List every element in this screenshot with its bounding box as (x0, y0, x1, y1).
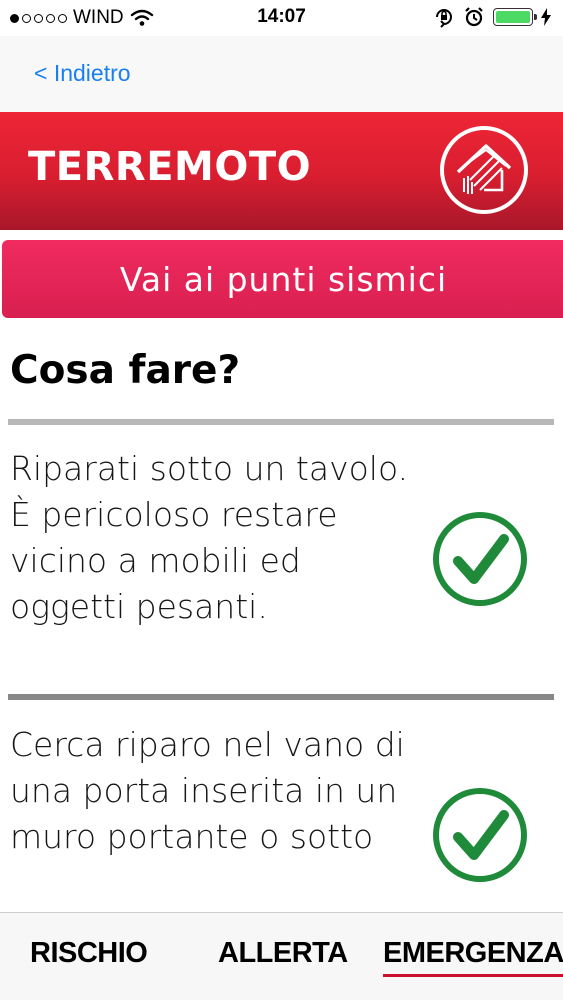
battery-level (496, 11, 530, 23)
advice-text: Cerca riparo nel vano di una porta inser… (10, 725, 405, 856)
divider (8, 419, 554, 425)
section-title: Cosa fare? (10, 348, 241, 393)
tab-emergenza[interactable]: EMERGENZA (383, 937, 563, 977)
charging-bolt-icon (541, 8, 551, 26)
house-damage-icon (440, 126, 528, 214)
status-right (433, 6, 551, 28)
back-button[interactable]: < Indietro (34, 60, 131, 87)
orientation-lock-icon (436, 9, 452, 28)
divider (8, 694, 554, 700)
battery-icon (493, 8, 537, 26)
alarm-clock-icon (465, 7, 483, 27)
status-bar: WIND 14:07 (0, 0, 563, 36)
tab-bar: RISCHIO ALLERTA EMERGENZA (0, 912, 563, 1000)
seismic-points-button[interactable]: Vai ai punti sismici (2, 240, 563, 318)
checkmark-icon (433, 788, 527, 882)
header-banner: TERREMOTO (0, 112, 563, 230)
navigation-bar: < Indietro (0, 36, 563, 112)
advice-text: Riparati sotto un tavolo. È pericoloso r… (10, 449, 409, 626)
tab-allerta[interactable]: ALLERTA (218, 937, 348, 970)
tab-rischio[interactable]: RISCHIO (30, 937, 148, 970)
page-title: TERREMOTO (28, 144, 312, 190)
checkmark-icon (433, 512, 527, 606)
